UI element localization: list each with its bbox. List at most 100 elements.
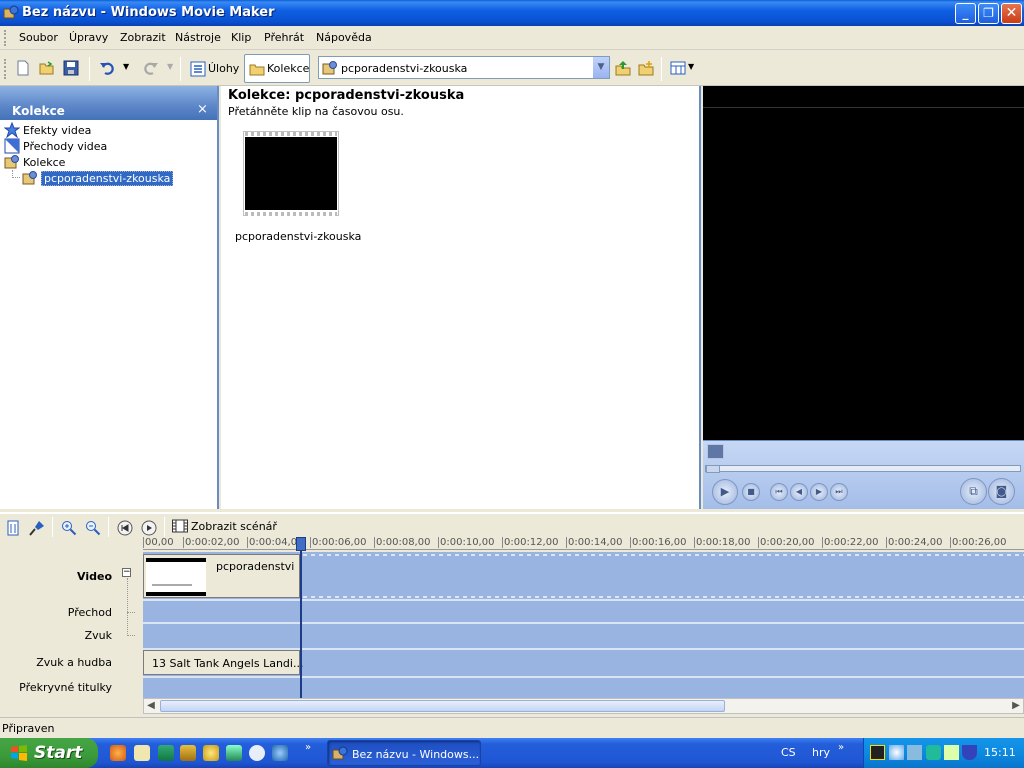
zoom-in-icon[interactable] <box>61 520 77 536</box>
track-separator <box>143 676 1024 678</box>
tray-app-icon[interactable] <box>870 745 885 760</box>
show-storyboard-button[interactable]: Zobrazit scénář <box>172 519 277 533</box>
redo-icon[interactable] <box>143 60 159 76</box>
tasks-label: Úlohy <box>208 62 240 75</box>
snapshot-camera-icon[interactable]: ◙ <box>988 478 1015 505</box>
clip-caption[interactable]: pcporadenstvi-zkouska <box>235 230 361 243</box>
previous-frame-icon[interactable]: ⏮ <box>770 483 788 501</box>
split-clip-icon[interactable]: ⧉ <box>960 478 987 505</box>
movie-maker-icon <box>3 5 19 19</box>
ruler-tick: 0:00:24,00 <box>886 537 943 548</box>
messenger-icon[interactable] <box>134 745 150 761</box>
tree-item-label: Efekty videa <box>23 124 92 137</box>
tray-eye-icon[interactable] <box>889 745 904 760</box>
tray-app-icon[interactable] <box>926 745 941 760</box>
menu-prehrat[interactable]: Přehrát <box>264 31 304 44</box>
ruler-tick: 0:00:08,00 <box>374 537 431 548</box>
play-timeline-icon[interactable] <box>141 520 157 536</box>
redo-dropdown-icon[interactable]: ▼ <box>167 62 173 71</box>
menu-upravy[interactable]: Úpravy <box>69 31 108 44</box>
new-collection-folder-icon[interactable] <box>638 60 654 76</box>
next-frame-icon[interactable]: ⏭ <box>830 483 848 501</box>
play-icon[interactable]: ▶ <box>712 479 738 505</box>
close-pane-icon[interactable]: × <box>197 102 208 117</box>
toolbar-separator <box>89 57 90 81</box>
collection-dropdown[interactable]: pcporadenstvi-zkouska ▼ <box>318 56 610 79</box>
tasks-button[interactable]: Úlohy <box>186 55 240 82</box>
tree-item-label: Přechody videa <box>23 140 108 153</box>
set-audio-levels-icon[interactable] <box>5 520 21 536</box>
chevron-down-icon[interactable]: ▼ <box>592 57 609 78</box>
internet-explorer-icon[interactable] <box>272 745 288 761</box>
toolbar-more-icon[interactable]: » <box>838 742 844 753</box>
playhead-handle[interactable] <box>296 537 306 551</box>
step-forward-icon[interactable]: ▶ <box>810 483 828 501</box>
clip-thumbnail[interactable] <box>243 131 339 216</box>
app-shortcut-icon[interactable] <box>203 745 219 761</box>
scroll-left-icon[interactable]: ◀ <box>144 699 158 713</box>
minimize-button[interactable]: _ <box>955 3 976 24</box>
maximize-button[interactable]: ❐ <box>978 3 999 24</box>
toolbar-grip <box>4 59 7 79</box>
rewind-timeline-icon[interactable] <box>117 520 133 536</box>
toolbar-hry[interactable]: hry <box>812 746 830 759</box>
clock[interactable]: 15:11 <box>984 746 1016 759</box>
new-project-icon[interactable] <box>15 60 31 76</box>
time-ruler[interactable]: 00,00 0:00:02,00 0:00:04,00 0:00:06,00 0… <box>143 537 1024 550</box>
up-one-level-icon[interactable] <box>615 60 631 76</box>
scrollbar-thumb[interactable] <box>160 700 725 712</box>
seek-bar[interactable] <box>705 465 1021 472</box>
menu-bar: Soubor Úpravy Zobrazit Nástroje Klip Pře… <box>0 26 1024 50</box>
start-button[interactable]: Start <box>0 738 98 768</box>
save-icon[interactable] <box>63 60 79 76</box>
app-shortcut-icon[interactable] <box>158 745 174 761</box>
taskbar: Start » Bez názvu - Windows... CS hry » … <box>0 738 1024 768</box>
app-shortcut-icon[interactable] <box>226 745 242 761</box>
timeline: 00,00 0:00:02,00 0:00:04,00 0:00:06,00 0… <box>0 537 1024 715</box>
open-folder-icon[interactable] <box>39 60 55 76</box>
collections-pane-title: Kolekce <box>12 104 65 118</box>
firefox-icon[interactable] <box>110 745 126 761</box>
network-icon[interactable] <box>907 745 922 760</box>
video-clip[interactable]: pcporadenstvi <box>143 554 300 598</box>
menu-napoveda[interactable]: Nápověda <box>316 31 372 44</box>
collections-button[interactable]: Kolekce <box>244 54 310 83</box>
track-label-audio-music: Zvuk a hudba <box>36 656 112 669</box>
title-bar[interactable]: Bez názvu - Windows Movie Maker _ ❐ ✕ <box>0 0 1024 26</box>
audio-clip[interactable]: 13 Salt Tank Angels Landi... <box>143 650 303 675</box>
track-label-audio: Zvuk <box>84 629 112 642</box>
step-back-icon[interactable]: ◀ <box>790 483 808 501</box>
view-icon[interactable] <box>670 60 686 76</box>
ruler-tick: 0:00:20,00 <box>758 537 815 548</box>
collapse-track-icon[interactable]: − <box>122 568 131 577</box>
security-shield-icon[interactable] <box>962 745 977 760</box>
tray-app-icon[interactable] <box>944 745 959 760</box>
menu-nastroje[interactable]: Nástroje <box>175 31 221 44</box>
zoom-out-icon[interactable] <box>85 520 101 536</box>
menu-zobrazit[interactable]: Zobrazit <box>120 31 166 44</box>
view-dropdown-icon[interactable]: ▼ <box>688 62 694 71</box>
chat-icon[interactable] <box>249 745 265 761</box>
seek-thumb[interactable] <box>706 465 720 473</box>
fullscreen-icon[interactable] <box>707 444 724 459</box>
undo-icon[interactable] <box>99 60 115 76</box>
collection-icon <box>322 61 337 75</box>
collection-hint: Přetáhněte klip na časovou osu. <box>228 105 404 118</box>
menu-klip[interactable]: Klip <box>231 31 251 44</box>
timeline-horizontal-scrollbar[interactable]: ◀ ▶ <box>143 698 1024 714</box>
narrate-microphone-icon[interactable] <box>29 520 45 536</box>
scroll-right-icon[interactable]: ▶ <box>1009 699 1023 713</box>
quick-launch-more-icon[interactable]: » <box>305 742 311 753</box>
thumbnail-text-line <box>152 584 192 586</box>
star-icon <box>4 122 20 138</box>
toolbar-separator <box>164 517 165 537</box>
clip-frame <box>245 137 337 210</box>
app-shortcut-icon[interactable] <box>180 745 196 761</box>
menu-grip <box>4 30 7 46</box>
undo-dropdown-icon[interactable]: ▼ <box>123 62 129 71</box>
stop-icon[interactable]: ■ <box>742 483 760 501</box>
close-button[interactable]: ✕ <box>1001 3 1022 24</box>
menu-soubor[interactable]: Soubor <box>19 31 58 44</box>
taskbar-window-button[interactable]: Bez názvu - Windows... <box>327 740 481 766</box>
language-indicator[interactable]: CS <box>781 746 796 759</box>
